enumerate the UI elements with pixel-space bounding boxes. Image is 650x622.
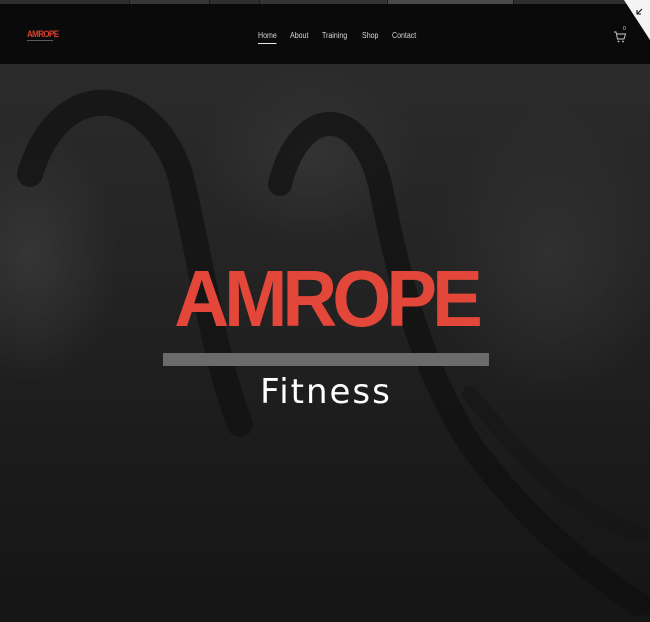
nav-shop[interactable]: Shop xyxy=(362,31,378,44)
main-nav: Home About Training Shop Contact xyxy=(258,31,419,44)
logo-underline xyxy=(27,40,53,41)
hero-brand-name: AMROPE xyxy=(174,254,483,344)
hero-section: AMROPE Fitness xyxy=(0,64,650,622)
collapse-arrow-icon[interactable] xyxy=(624,0,650,40)
nav-training[interactable]: Training xyxy=(322,31,347,44)
hero-brand: AMROPE Fitness xyxy=(163,259,489,412)
nav-about[interactable]: About xyxy=(290,31,308,44)
hero-brand-divider xyxy=(163,353,489,366)
nav-contact[interactable]: Contact xyxy=(392,31,416,44)
hero-tagline: Fitness xyxy=(260,372,392,412)
site-logo[interactable]: AMROPE xyxy=(27,28,59,42)
logo-text: AMROPE xyxy=(27,28,59,40)
site-header: AMROPE Home About Training Shop Contact … xyxy=(0,4,650,64)
nav-home[interactable]: Home xyxy=(258,31,277,44)
